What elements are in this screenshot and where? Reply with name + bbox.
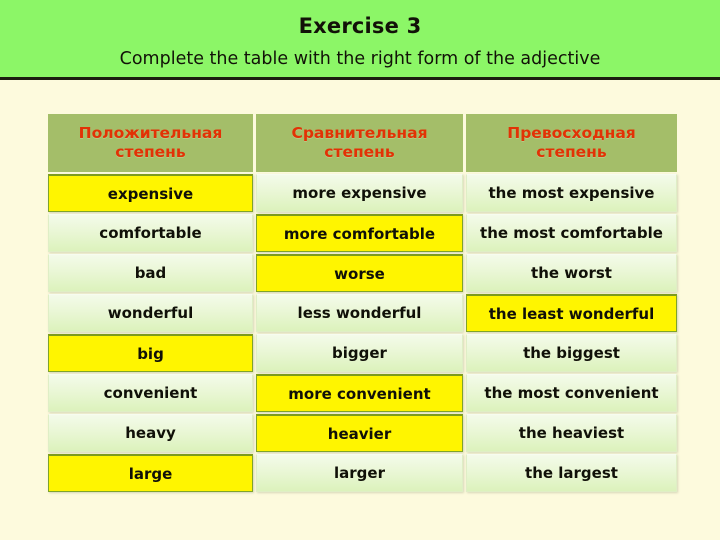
table-cell-superlative[interactable]: the largest bbox=[466, 454, 677, 492]
table-cell-comparative[interactable]: more convenient bbox=[256, 374, 463, 412]
table-cell-positive[interactable]: large bbox=[48, 454, 253, 492]
column-header-positive: Положительная степень bbox=[48, 114, 253, 172]
table-cell-comparative[interactable]: worse bbox=[256, 254, 463, 292]
table-cell-positive[interactable]: convenient bbox=[48, 374, 253, 412]
table-cell-superlative[interactable]: the least wonderful bbox=[466, 294, 677, 332]
table-cell-comparative[interactable]: heavier bbox=[256, 414, 463, 452]
table-cell-positive[interactable]: wonderful bbox=[48, 294, 253, 332]
table-body: expensive more expensive the most expensiv… bbox=[48, 174, 677, 492]
table-cell-superlative[interactable]: the worst bbox=[466, 254, 677, 292]
table-cell-comparative[interactable]: bigger bbox=[256, 334, 463, 372]
table-row: comfortable more comfortable the most comf… bbox=[48, 214, 677, 252]
table-row: big bigger the biggest bbox=[48, 334, 677, 372]
table-row: large larger the largest bbox=[48, 454, 677, 492]
page-title: Exercise 3 bbox=[298, 14, 422, 38]
table-cell-superlative[interactable]: the biggest bbox=[466, 334, 677, 372]
table-cell-superlative[interactable]: the most expensive bbox=[466, 174, 677, 212]
page-subtitle: Complete the table with the right form o… bbox=[119, 49, 601, 69]
table-cell-positive[interactable]: expensive bbox=[48, 174, 253, 212]
exercise-banner: Exercise 3 Complete the table with the r… bbox=[0, 0, 720, 80]
table-cell-comparative[interactable]: more comfortable bbox=[256, 214, 463, 252]
column-header-superlative: Превосходная степень bbox=[466, 114, 677, 172]
table-row: wonderful less wonderful the least wonderf… bbox=[48, 294, 677, 332]
table-cell-superlative[interactable]: the most convenient bbox=[466, 374, 677, 412]
table-cell-comparative[interactable]: more expensive bbox=[256, 174, 463, 212]
table-header-row: Положительная степень Сравнительная степ… bbox=[48, 114, 677, 172]
column-header-comparative: Сравнительная степень bbox=[256, 114, 463, 172]
table-cell-positive[interactable]: big bbox=[48, 334, 253, 372]
table-row: heavy heavier the heaviest bbox=[48, 414, 677, 452]
table-cell-positive[interactable]: bad bbox=[48, 254, 253, 292]
adjective-degrees-table-wrapper: Положительная степень Сравнительная степ… bbox=[45, 112, 677, 494]
table-cell-comparative[interactable]: less wonderful bbox=[256, 294, 463, 332]
table-cell-positive[interactable]: heavy bbox=[48, 414, 253, 452]
table-row: expensive more expensive the most expensiv… bbox=[48, 174, 677, 212]
table-cell-comparative[interactable]: larger bbox=[256, 454, 463, 492]
table-cell-superlative[interactable]: the most comfortable bbox=[466, 214, 677, 252]
table-cell-positive[interactable]: comfortable bbox=[48, 214, 253, 252]
table-cell-superlative[interactable]: the heaviest bbox=[466, 414, 677, 452]
table-row: bad worse the worst bbox=[48, 254, 677, 292]
table-row: convenient more convenient the most conven… bbox=[48, 374, 677, 412]
adjective-degrees-table: Положительная степень Сравнительная степ… bbox=[45, 112, 680, 494]
